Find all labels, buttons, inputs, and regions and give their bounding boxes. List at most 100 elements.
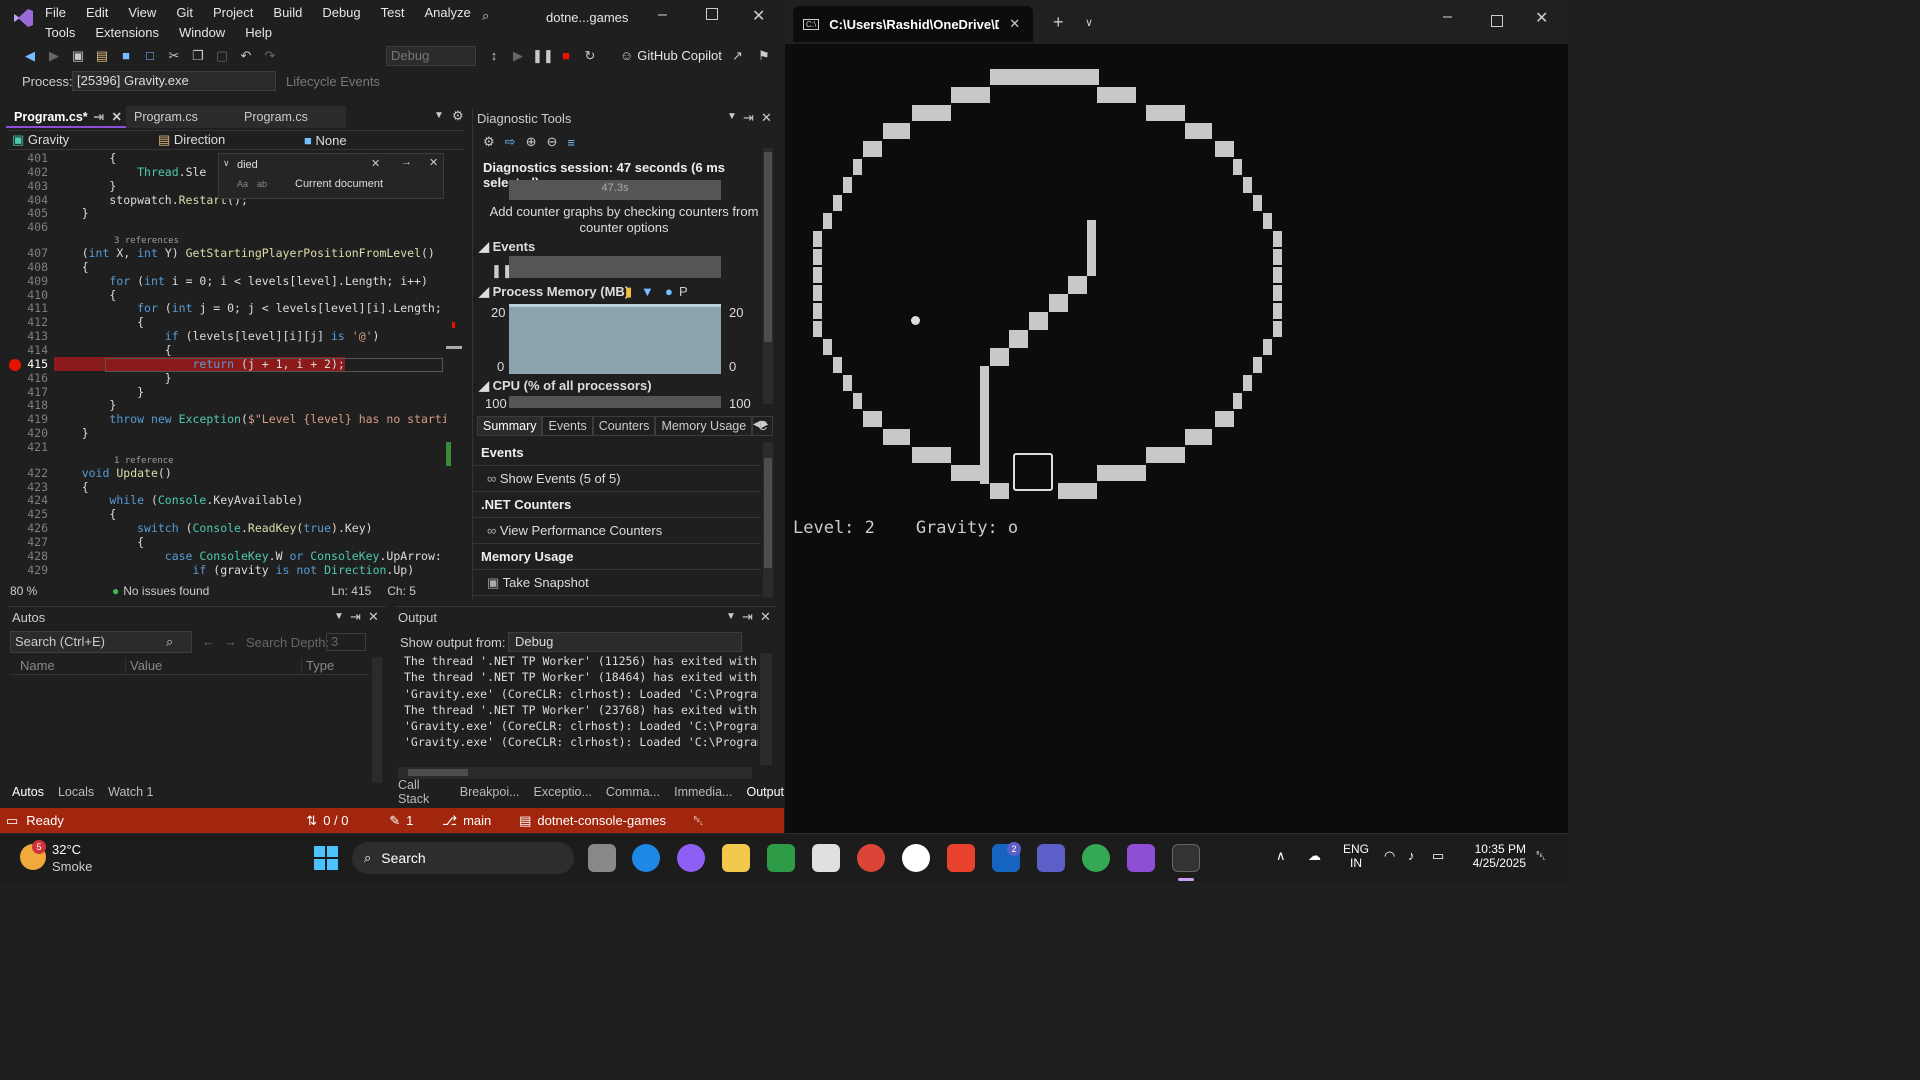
tab-locals[interactable]: Locals xyxy=(58,785,94,799)
tab-scroll-icon[interactable]: ◀▶ xyxy=(753,419,768,430)
events-section[interactable]: ◢ Events xyxy=(479,239,535,255)
output-source-dropdown[interactable]: Debug xyxy=(508,632,742,652)
search-depth-dropdown[interactable]: 3 xyxy=(326,633,366,651)
tab-comma-[interactable]: Comma... xyxy=(606,785,660,799)
terminal-app-icon[interactable] xyxy=(1172,844,1200,872)
app-red-icon[interactable] xyxy=(947,844,975,872)
output-close-icon[interactable]: ✕ xyxy=(760,609,771,625)
zoom-out-icon[interactable]: ⊖ xyxy=(546,134,557,150)
section-link[interactable]: ∞ View Performance Counters xyxy=(473,518,761,544)
autos-menu-icon[interactable]: ▼ xyxy=(334,611,344,622)
restart-icon[interactable]: ↻ xyxy=(580,46,600,66)
github-icon[interactable] xyxy=(902,844,930,872)
find-close-icon[interactable]: ✕ xyxy=(429,156,438,169)
teams-icon[interactable] xyxy=(1037,844,1065,872)
zoom-in-icon[interactable]: ⊕ xyxy=(526,134,537,150)
chart-icon[interactable]: ≡ xyxy=(567,135,575,150)
menu-analyze[interactable]: Analyze xyxy=(414,4,480,22)
redo-icon[interactable]: ↷ xyxy=(260,46,280,66)
memory-section[interactable]: ◢ Process Memory (MB) xyxy=(479,284,629,300)
search-icon[interactable]: ⌕ xyxy=(482,8,489,24)
output-pin-icon[interactable]: ⇥ xyxy=(742,609,753,625)
step-icon[interactable]: ↕ xyxy=(484,46,504,66)
chrome-icon[interactable] xyxy=(857,844,885,872)
battery-icon[interactable]: ▭ xyxy=(1432,848,1444,864)
minimize-button[interactable]: – xyxy=(658,6,667,24)
notifications-icon[interactable]: ␇ xyxy=(1536,848,1546,864)
menu-file[interactable]: File xyxy=(35,4,76,22)
tab-close-icon[interactable]: ✕ xyxy=(112,106,122,128)
tab-autos[interactable]: Autos xyxy=(12,785,44,799)
section-link[interactable]: ▣ Take Snapshot xyxy=(473,570,761,596)
output-hscrollbar[interactable] xyxy=(398,767,752,779)
lifecycle-events[interactable]: Lifecycle Events xyxy=(286,74,380,89)
process-dropdown[interactable]: [25396] Gravity.exe xyxy=(72,71,276,91)
cpu-section[interactable]: ◢ CPU (% of all processors) xyxy=(479,378,652,394)
copy-icon[interactable]: ❐ xyxy=(188,46,208,66)
autos-search-input[interactable]: Search (Ctrl+E) xyxy=(10,631,192,653)
tab-program-cs-2[interactable]: Program.cs xyxy=(126,106,236,128)
panel-close-icon[interactable]: ✕ xyxy=(761,110,772,126)
store-icon[interactable] xyxy=(812,844,840,872)
col-value[interactable]: Value xyxy=(126,658,302,673)
notification-icon[interactable]: ␇ xyxy=(693,813,703,829)
tab-exceptio-[interactable]: Exceptio... xyxy=(534,785,592,799)
diag-tab-summary[interactable]: Summary xyxy=(477,416,543,436)
clear-find-icon[interactable]: ✕ xyxy=(371,157,380,170)
diag-tab-events[interactable]: Events xyxy=(542,416,593,436)
menu-help[interactable]: Help xyxy=(235,24,282,42)
file-explorer-icon[interactable] xyxy=(722,844,750,872)
stop-icon[interactable]: ■ xyxy=(556,46,576,66)
menu-test[interactable]: Test xyxy=(371,4,415,22)
continue-icon[interactable]: ▶ xyxy=(508,46,528,66)
menu-extensions[interactable]: Extensions xyxy=(85,24,169,42)
wifi-icon[interactable]: ◠ xyxy=(1384,848,1395,864)
menu-debug[interactable]: Debug xyxy=(312,4,370,22)
start-button[interactable] xyxy=(314,846,338,870)
feedback-icon[interactable]: ⚑ xyxy=(758,48,770,64)
maximize-button[interactable] xyxy=(706,8,718,20)
copilot-app-icon[interactable] xyxy=(677,844,705,872)
expand-replace-icon[interactable]: ∨ xyxy=(223,158,230,169)
output-menu-icon[interactable]: ▼ xyxy=(726,611,736,622)
col-type[interactable]: Type xyxy=(302,658,334,673)
timeline-ruler[interactable]: 47.3s xyxy=(509,180,721,200)
output-text[interactable]: The thread '.NET TP Worker' (11256) has … xyxy=(404,653,758,773)
type-dropdown[interactable]: ▤ Direction xyxy=(154,132,300,148)
find-input[interactable]: died xyxy=(237,156,387,174)
close-button[interactable]: ✕ xyxy=(752,6,765,26)
diag-tab-counters[interactable]: Counters xyxy=(592,416,656,436)
breakpoint-icon[interactable] xyxy=(9,359,21,371)
open-icon[interactable]: ▤ xyxy=(92,46,112,66)
events-track[interactable] xyxy=(509,256,721,278)
edge-icon[interactable] xyxy=(632,844,660,872)
config-dropdown[interactable]: Debug xyxy=(386,46,476,66)
save-icon[interactable]: ■ xyxy=(116,46,136,66)
autos-search-icon[interactable]: ⌕ xyxy=(166,634,173,650)
tab-immedia-[interactable]: Immedia... xyxy=(674,785,732,799)
menu-edit[interactable]: Edit xyxy=(76,4,118,22)
settings-gear-icon[interactable]: ⚙ xyxy=(452,108,464,124)
repo-name[interactable]: dotnet-console-games xyxy=(537,813,693,828)
panel-menu-icon[interactable]: ▼ xyxy=(727,111,737,122)
copilot-button[interactable]: ☺ GitHub Copilot xyxy=(620,48,722,63)
cpu-graph[interactable] xyxy=(509,396,721,408)
undo-icon[interactable]: ↶ xyxy=(236,46,256,66)
member-dropdown[interactable]: ■ None xyxy=(300,133,440,148)
save-all-icon[interactable]: □ xyxy=(140,46,160,66)
find-next-icon[interactable]: → xyxy=(401,156,412,168)
tab-program-cs-active[interactable]: Program.cs* ⇥ ✕ xyxy=(6,106,126,128)
find-scope-dropdown[interactable]: Current document xyxy=(295,178,383,190)
back-icon[interactable]: ◀ xyxy=(20,46,40,66)
memory-graph[interactable] xyxy=(509,304,721,374)
visual-studio-icon[interactable] xyxy=(1127,844,1155,872)
menu-tools[interactable]: Tools xyxy=(35,24,85,42)
menu-window[interactable]: Window xyxy=(169,24,235,42)
edits-count[interactable]: 1 xyxy=(406,813,442,828)
menu-build[interactable]: Build xyxy=(263,4,312,22)
volume-icon[interactable]: ♪ xyxy=(1408,848,1415,863)
language-indicator[interactable]: ENG IN xyxy=(1342,842,1370,870)
menu-git[interactable]: Git xyxy=(166,4,203,22)
autos-scrollbar[interactable] xyxy=(372,657,382,783)
new-item-icon[interactable]: ▣ xyxy=(68,46,88,66)
